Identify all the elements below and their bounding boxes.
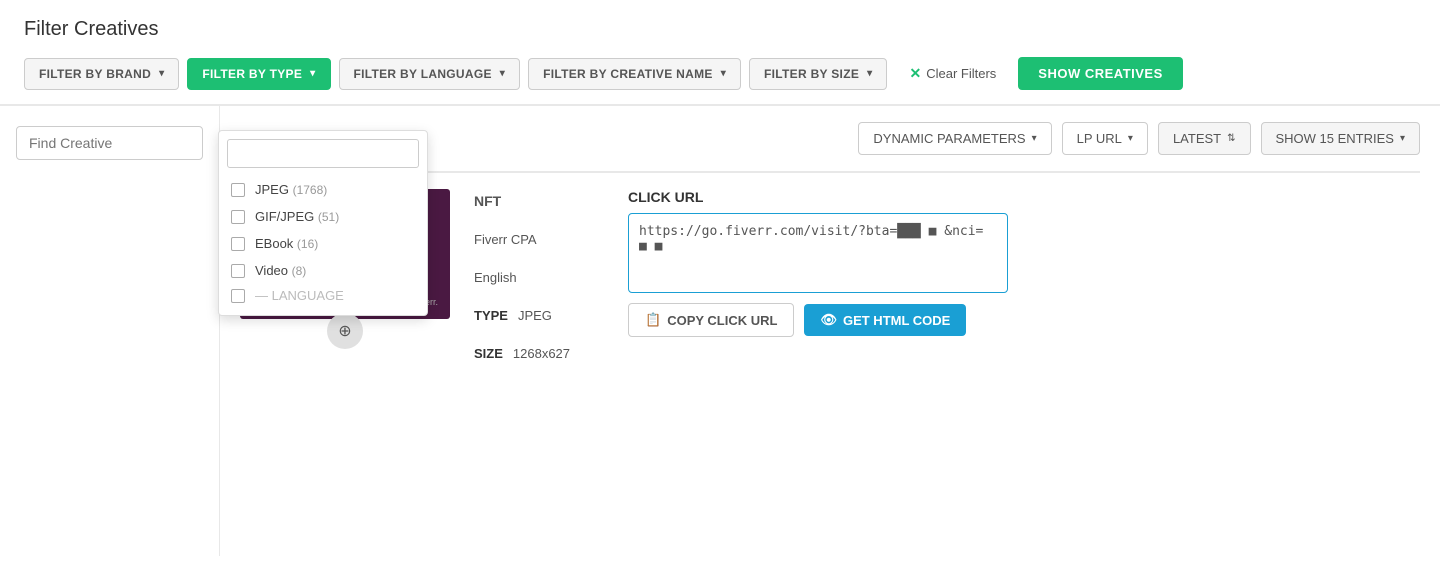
info-row: Fiverr CPA bbox=[474, 231, 604, 247]
filter-language-button[interactable]: FILTER BY LANGUAGE ▾ bbox=[339, 58, 521, 90]
clear-filters-button[interactable]: ✕ Clear Filters bbox=[895, 57, 1010, 90]
info-row: SIZE1268x627 bbox=[474, 345, 604, 361]
dropdown-search-input[interactable] bbox=[227, 139, 419, 168]
sidebar bbox=[0, 106, 220, 556]
dropdown-item-ebook[interactable]: EBook (16) bbox=[227, 230, 419, 257]
sort-icon: ⇅ bbox=[1227, 133, 1235, 144]
eye-icon: 👁 bbox=[820, 312, 837, 328]
checkbox-ebook[interactable] bbox=[231, 237, 245, 251]
click-url-textarea[interactable]: https://go.fiverr.com/visit/?bta=███ ■ &… bbox=[628, 213, 1008, 293]
type-dropdown: JPEG (1768) GIF/JPEG (51) EBook (16) Vid… bbox=[218, 130, 428, 316]
latest-button[interactable]: LATEST ⇅ bbox=[1158, 122, 1251, 155]
click-url-section: CLICK URL https://go.fiverr.com/visit/?b… bbox=[628, 189, 1420, 337]
creative-info-block: NFT Fiverr CPA English TYPEJPEG SIZE1268x627 bbox=[474, 193, 604, 369]
copy-icon: 📋 bbox=[645, 312, 661, 328]
page-title: Filter Creatives bbox=[24, 18, 1416, 41]
zoom-icon: ⊕ bbox=[338, 321, 351, 341]
dropdown-label-gifjpeg: GIF/JPEG (51) bbox=[255, 209, 339, 224]
chevron-down-icon: ▾ bbox=[1032, 133, 1037, 144]
zoom-button[interactable]: ⊕ bbox=[327, 313, 363, 349]
get-html-code-button[interactable]: 👁 GET HTML CODE bbox=[804, 304, 966, 336]
info-row: TYPEJPEG bbox=[474, 307, 604, 323]
chevron-down-icon: ▾ bbox=[1128, 133, 1133, 144]
checkbox-more[interactable] bbox=[231, 289, 245, 303]
main-content: DYNAMIC PARAMETERS ▾ LP URL ▾ LATEST ⇅ S… bbox=[0, 106, 1440, 556]
find-creative-input[interactable] bbox=[16, 126, 203, 160]
filter-bar: FILTER BY BRAND ▾ FILTER BY TYPE ▾ FILTE… bbox=[24, 57, 1416, 90]
dropdown-item-gifjpeg[interactable]: GIF/JPEG (51) bbox=[227, 203, 419, 230]
close-icon: ✕ bbox=[909, 65, 921, 82]
chevron-down-icon: ▾ bbox=[159, 68, 164, 79]
chevron-down-icon: ▾ bbox=[310, 68, 315, 79]
checkbox-gifjpeg[interactable] bbox=[231, 210, 245, 224]
dropdown-label-ebook: EBook (16) bbox=[255, 236, 318, 251]
click-url-label: CLICK URL bbox=[628, 189, 1420, 205]
show-creatives-button[interactable]: SHOW CREATIVES bbox=[1018, 57, 1183, 90]
dynamic-parameters-button[interactable]: DYNAMIC PARAMETERS ▾ bbox=[858, 122, 1051, 155]
copy-click-url-button[interactable]: 📋 COPY CLICK URL bbox=[628, 303, 794, 337]
chevron-down-icon: ▾ bbox=[721, 68, 726, 79]
filter-size-button[interactable]: FILTER BY SIZE ▾ bbox=[749, 58, 887, 90]
dropdown-label-video: Video (8) bbox=[255, 263, 306, 278]
dropdown-item-jpeg[interactable]: JPEG (1768) bbox=[227, 176, 419, 203]
dropdown-menu: JPEG (1768) GIF/JPEG (51) EBook (16) Vid… bbox=[218, 130, 428, 316]
chevron-down-icon: ▾ bbox=[500, 68, 505, 79]
dropdown-item-video[interactable]: Video (8) bbox=[227, 257, 419, 284]
info-row: English bbox=[474, 269, 604, 285]
filter-creative-name-button[interactable]: FILTER BY CREATIVE NAME ▾ bbox=[528, 58, 741, 90]
url-actions: 📋 COPY CLICK URL 👁 GET HTML CODE bbox=[628, 303, 1420, 337]
checkbox-jpeg[interactable] bbox=[231, 183, 245, 197]
checkbox-video[interactable] bbox=[231, 264, 245, 278]
dropdown-label-jpeg: JPEG (1768) bbox=[255, 182, 327, 197]
filter-brand-button[interactable]: FILTER BY BRAND ▾ bbox=[24, 58, 179, 90]
lp-url-button[interactable]: LP URL ▾ bbox=[1062, 122, 1148, 155]
filter-type-button[interactable]: FILTER BY TYPE ▾ bbox=[187, 58, 330, 90]
chevron-down-icon: ▾ bbox=[1400, 133, 1405, 144]
dropdown-label-more: — LANGUAGE bbox=[255, 288, 344, 303]
chevron-down-icon: ▾ bbox=[867, 68, 872, 79]
dropdown-item-more: — LANGUAGE bbox=[227, 284, 419, 307]
show-entries-button[interactable]: SHOW 15 ENTRIES ▾ bbox=[1261, 122, 1421, 155]
info-row: NFT bbox=[474, 193, 604, 209]
page-header: Filter Creatives FILTER BY BRAND ▾ FILTE… bbox=[0, 0, 1440, 105]
